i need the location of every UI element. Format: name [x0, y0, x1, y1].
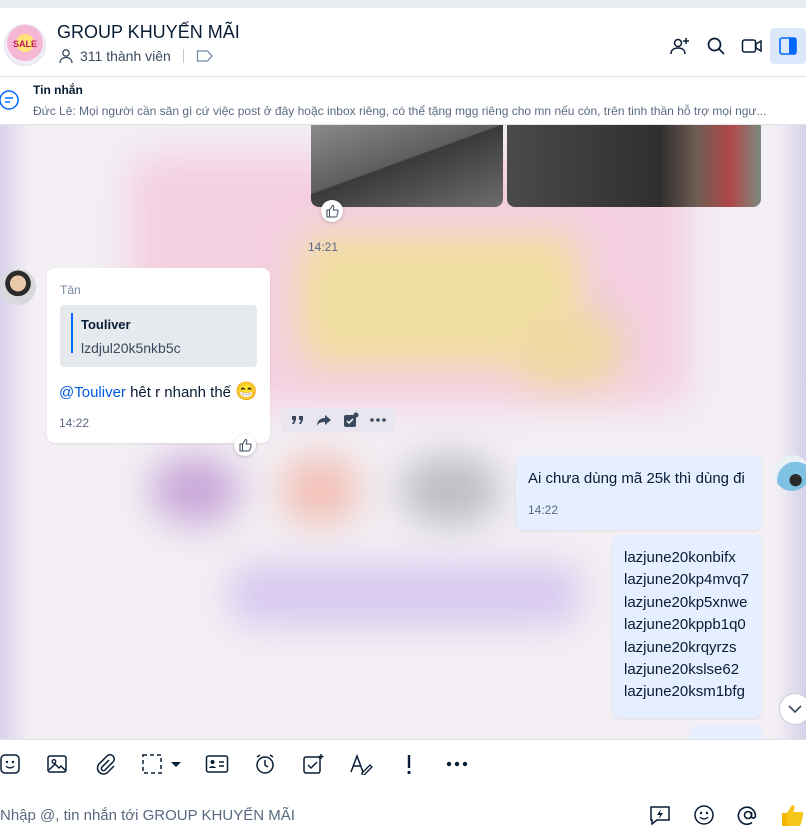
thumbs-up-icon	[239, 438, 252, 452]
lightning-chat-icon	[650, 806, 670, 826]
format-text-button[interactable]	[347, 750, 375, 778]
chevron-down-icon	[788, 705, 802, 714]
pinned-text: Đức Lê: Mọi người cần săn gì cứ việc pos…	[33, 104, 767, 118]
code-line: lazjune20ksm1bfg	[624, 683, 745, 701]
more-icon	[446, 761, 468, 767]
screenshot-icon	[142, 754, 181, 774]
task-button[interactable]	[299, 750, 327, 778]
code-line: lazjune20konbifx	[624, 549, 736, 566]
message-text: Ai chưa dùng mã 25k thì dùng đi	[528, 470, 745, 487]
urgent-button[interactable]	[395, 750, 423, 778]
group-avatar[interactable]: SALE	[4, 24, 46, 66]
wallpaper-blur	[520, 315, 620, 385]
composer	[0, 788, 806, 836]
task-icon[interactable]	[343, 412, 359, 428]
wallpaper-blur	[230, 565, 580, 625]
emoji-button[interactable]	[691, 802, 717, 828]
contact-card-icon	[205, 755, 229, 773]
photo-jacket-2[interactable]	[507, 125, 761, 207]
message-actions	[281, 408, 395, 432]
wallpaper-blur	[400, 455, 500, 525]
message-text: @Touliver hêt r nhanh thế 😁	[59, 381, 258, 402]
message-bubble[interactable]	[690, 725, 762, 739]
code-line: lazjune20kp4mvq7	[624, 571, 750, 589]
attach-file-button[interactable]	[91, 750, 119, 778]
grin-emoji: 😁	[235, 381, 258, 401]
search-icon	[707, 37, 725, 55]
composer-toolbar	[0, 739, 806, 789]
forward-icon[interactable]	[316, 413, 332, 427]
more-icon[interactable]	[369, 418, 386, 422]
sticker-icon	[0, 754, 20, 774]
reminder-button[interactable]	[251, 750, 279, 778]
more-options-button[interactable]	[443, 750, 471, 778]
pinned-message[interactable]: Tin nhắn Đức Lê: Mọi người cần săn gì cứ…	[0, 77, 806, 125]
wallpaper-blur	[150, 455, 240, 525]
message-time: 14:22	[59, 416, 90, 430]
member-count-label: 311 thành viên	[80, 48, 171, 64]
quote-text: lzdjul20k5nkb5c	[81, 340, 181, 356]
photo-jacket-1[interactable]	[311, 125, 503, 207]
message-bubble[interactable]: Tân Touliver lzdjul20k5nkb5c @Touliver h…	[47, 268, 270, 443]
codes-list: lazjune20konbifx lazjune20kp4mvq7 lazjun…	[624, 547, 749, 704]
like-reaction-button[interactable]	[321, 200, 343, 222]
image-button[interactable]	[43, 750, 71, 778]
message-input[interactable]	[0, 800, 622, 830]
text-format-icon	[350, 753, 373, 775]
smile-icon	[694, 805, 714, 825]
at-sign-icon	[737, 806, 757, 825]
quote-author: Touliver	[81, 317, 131, 332]
video-call-button[interactable]	[734, 28, 770, 64]
message-body: hêt r nhanh thế	[125, 384, 236, 401]
thumbs-up-icon	[326, 204, 339, 218]
own-avatar[interactable]	[774, 455, 806, 491]
mention-button[interactable]	[735, 802, 761, 828]
paperclip-icon	[96, 754, 115, 775]
video-icon	[741, 39, 762, 53]
contact-card-button[interactable]	[203, 750, 231, 778]
exclamation-icon	[407, 755, 411, 775]
chat-header: SALE GROUP KHUYẾN MÃI 311 thành viên	[0, 8, 806, 77]
avatar-text: SALE	[13, 39, 38, 49]
add-user-icon	[670, 38, 689, 55]
chat-area[interactable]: 14:21 Tân Touliver lzdjul20k5nkb5c @Toul…	[0, 125, 806, 739]
scroll-down-button[interactable]	[779, 693, 806, 725]
code-line: lazjune20kppb1q0	[624, 616, 746, 634]
sticker-button[interactable]	[0, 750, 24, 778]
top-strip	[0, 0, 806, 8]
code-line: lazjune20kslse62	[624, 661, 740, 679]
code-line: lazjune20krqyrzs	[624, 638, 737, 656]
tag-icon[interactable]	[196, 49, 214, 63]
pinned-title: Tin nhắn	[33, 83, 83, 97]
code-line: lazjune20kp5xnwe	[624, 593, 748, 611]
message-time: 14:21	[308, 240, 339, 254]
screenshot-button[interactable]	[140, 750, 184, 778]
message-icon	[0, 90, 19, 110]
thumbs-up-icon	[782, 805, 804, 826]
task-check-icon	[303, 754, 324, 774]
search-button[interactable]	[698, 28, 734, 64]
alarm-clock-icon	[256, 754, 274, 774]
message-bubble[interactable]: Ai chưa dùng mã 25k thì dùng đi 14:22	[516, 455, 762, 530]
like-reaction-button[interactable]	[234, 434, 256, 456]
add-member-button[interactable]	[662, 28, 698, 64]
quoted-message[interactable]: Touliver lzdjul20k5nkb5c	[60, 305, 257, 367]
quick-message-button[interactable]	[647, 802, 673, 828]
image-icon	[47, 755, 67, 773]
sidebar-icon	[779, 37, 797, 55]
mention-link[interactable]: @Touliver	[59, 384, 126, 401]
user-icon	[59, 49, 73, 64]
group-title[interactable]: GROUP KHUYẾN MÃI	[57, 22, 240, 43]
sender-avatar[interactable]	[0, 269, 36, 305]
sender-name: Tân	[60, 283, 81, 297]
quote-icon[interactable]	[291, 414, 305, 426]
quote-bar	[71, 313, 73, 353]
member-count[interactable]: 311 thành viên	[58, 48, 214, 64]
divider	[182, 49, 184, 63]
header-actions	[662, 28, 806, 64]
quick-like-button[interactable]	[779, 802, 805, 828]
wallpaper-blur	[280, 455, 360, 525]
message-time: 14:22	[528, 503, 559, 517]
sidebar-toggle-button[interactable]	[770, 28, 806, 64]
